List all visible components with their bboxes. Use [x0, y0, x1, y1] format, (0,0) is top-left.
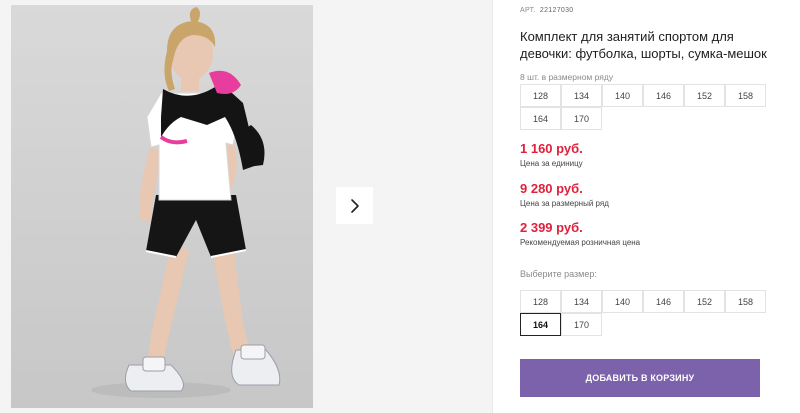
pack-size-cell: 152 [684, 84, 725, 107]
choose-size-label: Выберите размер: [520, 269, 597, 279]
product-photo [11, 5, 313, 408]
size-option[interactable]: 170 [561, 313, 602, 336]
product-gallery [0, 0, 492, 413]
article-number: АРТ. 22127030 [520, 7, 573, 14]
product-title: Комплект для занятий спортом для девочки… [520, 29, 767, 61]
size-selector: 128 134 140 146 152 158 164 170 [520, 290, 766, 336]
unit-price: 1 160 руб. [520, 141, 583, 156]
size-option-selected[interactable]: 164 [520, 313, 561, 336]
size-option[interactable]: 134 [561, 290, 602, 313]
unit-price-caption: Цена за единицу [520, 159, 583, 168]
pack-price-caption: Цена за размерный ряд [520, 199, 609, 208]
girl-in-sportswear-image [91, 7, 281, 398]
article-value: 22127030 [539, 7, 574, 14]
size-option[interactable]: 140 [602, 290, 643, 313]
size-option[interactable]: 146 [643, 290, 684, 313]
chevron-right-icon [350, 198, 359, 213]
next-image-button[interactable] [336, 187, 373, 224]
add-to-cart-button[interactable]: ДОБАВИТЬ В КОРЗИНУ [520, 359, 760, 397]
article-label: АРТ. [520, 7, 536, 14]
pack-size-cell: 146 [643, 84, 684, 107]
pack-size-grid: 128 134 140 146 152 158 164 170 [520, 84, 766, 130]
pack-size-cell: 128 [520, 84, 561, 107]
pack-size-cell: 158 [725, 84, 766, 107]
retail-price-caption: Рекомендуемая розничная цена [520, 238, 641, 247]
size-option[interactable]: 152 [684, 290, 725, 313]
pack-size-cell: 170 [561, 107, 602, 130]
pack-price: 9 280 руб. [520, 181, 583, 196]
pack-size-cell: 164 [520, 107, 561, 130]
pack-size-cell: 140 [602, 84, 643, 107]
retail-price: 2 399 руб. [520, 220, 583, 235]
size-option[interactable]: 128 [520, 290, 561, 313]
divider [492, 0, 493, 413]
pack-size-label: 8 шт. в размерном ряду [520, 72, 614, 82]
size-option[interactable]: 158 [725, 290, 766, 313]
pack-size-cell: 134 [561, 84, 602, 107]
